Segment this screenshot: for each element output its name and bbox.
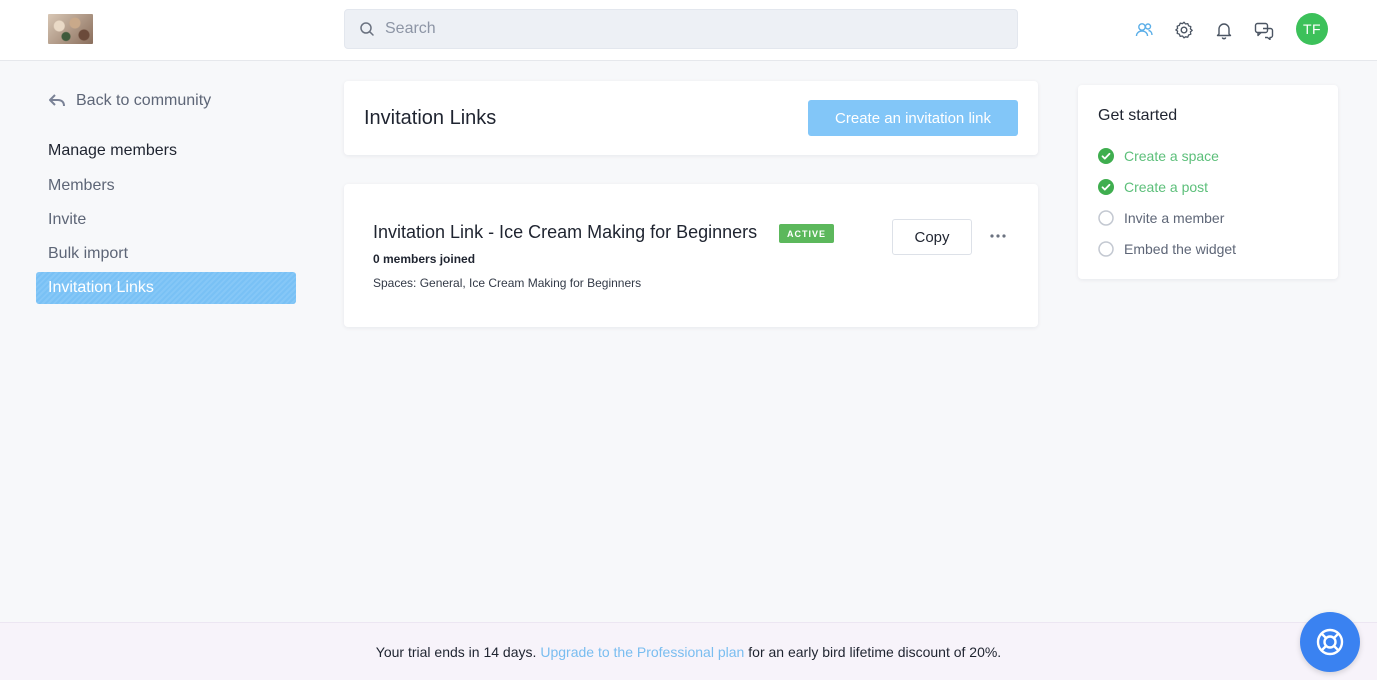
get-started-item-invite-member[interactable]: Invite a member [1098,208,1224,228]
copy-button[interactable]: Copy [892,219,972,255]
invitation-link-title: Invitation Link - Ice Cream Making for B… [373,222,758,242]
members-icon[interactable] [1134,20,1154,40]
reply-arrow-icon [49,94,65,107]
user-avatar[interactable]: TF [1296,13,1328,45]
bell-icon[interactable] [1214,20,1234,40]
sidebar-item-invite[interactable]: Invite [36,204,296,236]
check-circle-icon [1098,148,1114,164]
status-badge: ACTIVE [779,224,835,243]
get-started-item-embed-widget[interactable]: Embed the widget [1098,239,1236,259]
lifebuoy-icon [1316,628,1344,656]
page-title: Invitation Links [364,107,497,129]
help-button[interactable] [1300,612,1360,672]
get-started-title: Get started [1098,107,1178,124]
search-bar[interactable] [344,9,1018,49]
empty-circle-icon [1098,210,1114,226]
get-started-card: Get started Create a space Create a post… [1078,85,1338,279]
create-invitation-link-button[interactable]: Create an invitation link [808,100,1018,136]
get-started-item-create-post[interactable]: Create a post [1098,177,1208,197]
empty-circle-icon [1098,241,1114,257]
trial-prefix: Your trial ends in 14 days. [375,643,537,660]
upgrade-plan-link[interactable]: Upgrade to the Professional plan [540,644,744,660]
manage-members-heading: Manage members [48,142,177,159]
get-started-item-create-space[interactable]: Create a space [1098,146,1219,166]
get-started-label: Embed the widget [1124,241,1237,257]
check-circle-icon [1098,179,1114,195]
chat-icon[interactable] [1254,20,1274,40]
sidebar-item-members[interactable]: Members [36,170,296,202]
search-input[interactable] [385,10,1005,48]
top-header: TF [0,0,1377,61]
page-header-card: Invitation Links Create an invitation li… [344,81,1038,155]
more-options-icon[interactable] [986,226,1010,246]
search-icon [360,22,374,36]
invitation-link-card: Invitation Link - Ice Cream Making for B… [344,184,1038,327]
community-logo[interactable] [48,14,93,44]
back-to-community-link[interactable]: Back to community [48,90,211,112]
ellipsis-icon [990,234,1006,238]
back-label: Back to community [76,92,212,109]
sidebar-item-bulk-import[interactable]: Bulk import [36,238,296,270]
link-spaces: Spaces: General, Ice Cream Making for Be… [373,276,642,290]
trial-suffix: for an early bird lifetime discount of 2… [748,643,1002,660]
trial-banner: Your trial ends in 14 days. Upgrade to t… [0,622,1377,680]
get-started-label: Create a space [1124,148,1219,164]
members-joined-count: 0 members joined [373,252,476,266]
gear-icon[interactable] [1174,20,1194,40]
sidebar-item-invitation-links[interactable]: Invitation Links [36,272,296,304]
get-started-label: Invite a member [1124,210,1225,226]
get-started-label: Create a post [1124,179,1209,195]
